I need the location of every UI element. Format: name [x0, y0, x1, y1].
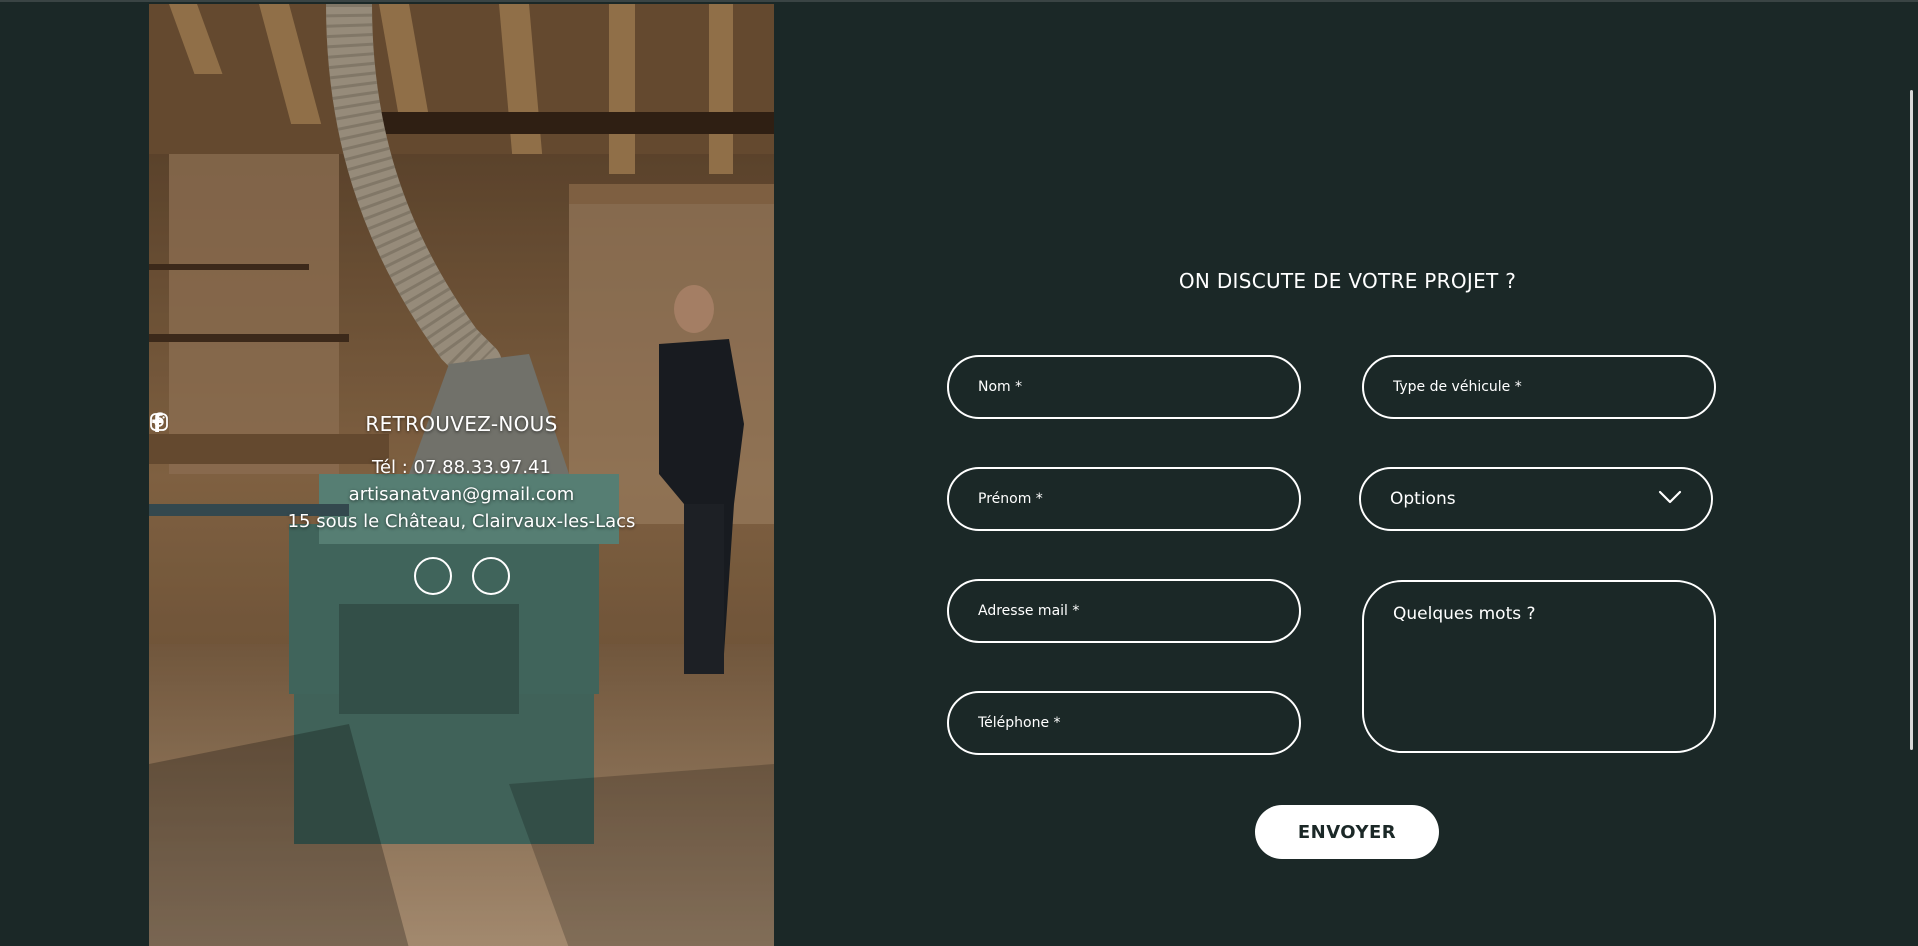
facebook-icon[interactable]: [152, 412, 452, 595]
chevron-down-icon: [1658, 489, 1682, 509]
email-input[interactable]: [947, 579, 1301, 643]
telephone-input[interactable]: [947, 691, 1301, 755]
contact-page: RETROUVEZ-NOUS Tél : 07.88.33.97.41 arti…: [0, 0, 1918, 946]
send-button[interactable]: ENVOYER: [1255, 805, 1439, 859]
prenom-input[interactable]: [947, 467, 1301, 531]
form-title: ON DISCUTE DE VOTRE PROJET ?: [1178, 269, 1517, 293]
message-textarea[interactable]: [1362, 580, 1716, 753]
contact-title: RETROUVEZ-NOUS: [365, 412, 558, 436]
social-links: [149, 412, 774, 595]
nom-input[interactable]: [947, 355, 1301, 419]
scrollbar[interactable]: [1906, 4, 1918, 946]
vehicle-type-input[interactable]: [1362, 355, 1716, 419]
options-label: Options: [1390, 489, 1456, 509]
instagram-icon[interactable]: [150, 413, 510, 595]
workshop-photo: RETROUVEZ-NOUS Tél : 07.88.33.97.41 arti…: [149, 4, 774, 946]
contact-phone[interactable]: Tél : 07.88.33.97.41: [149, 454, 774, 481]
scrollbar-thumb[interactable]: [1910, 90, 1913, 750]
contact-address: 15 sous le Château, Clairvaux-les-Lacs: [287, 511, 636, 532]
options-select[interactable]: Options: [1359, 467, 1713, 531]
contact-email[interactable]: artisanatvan@gmail.com: [149, 481, 774, 508]
contact-info: RETROUVEZ-NOUS Tél : 07.88.33.97.41 arti…: [149, 412, 774, 595]
